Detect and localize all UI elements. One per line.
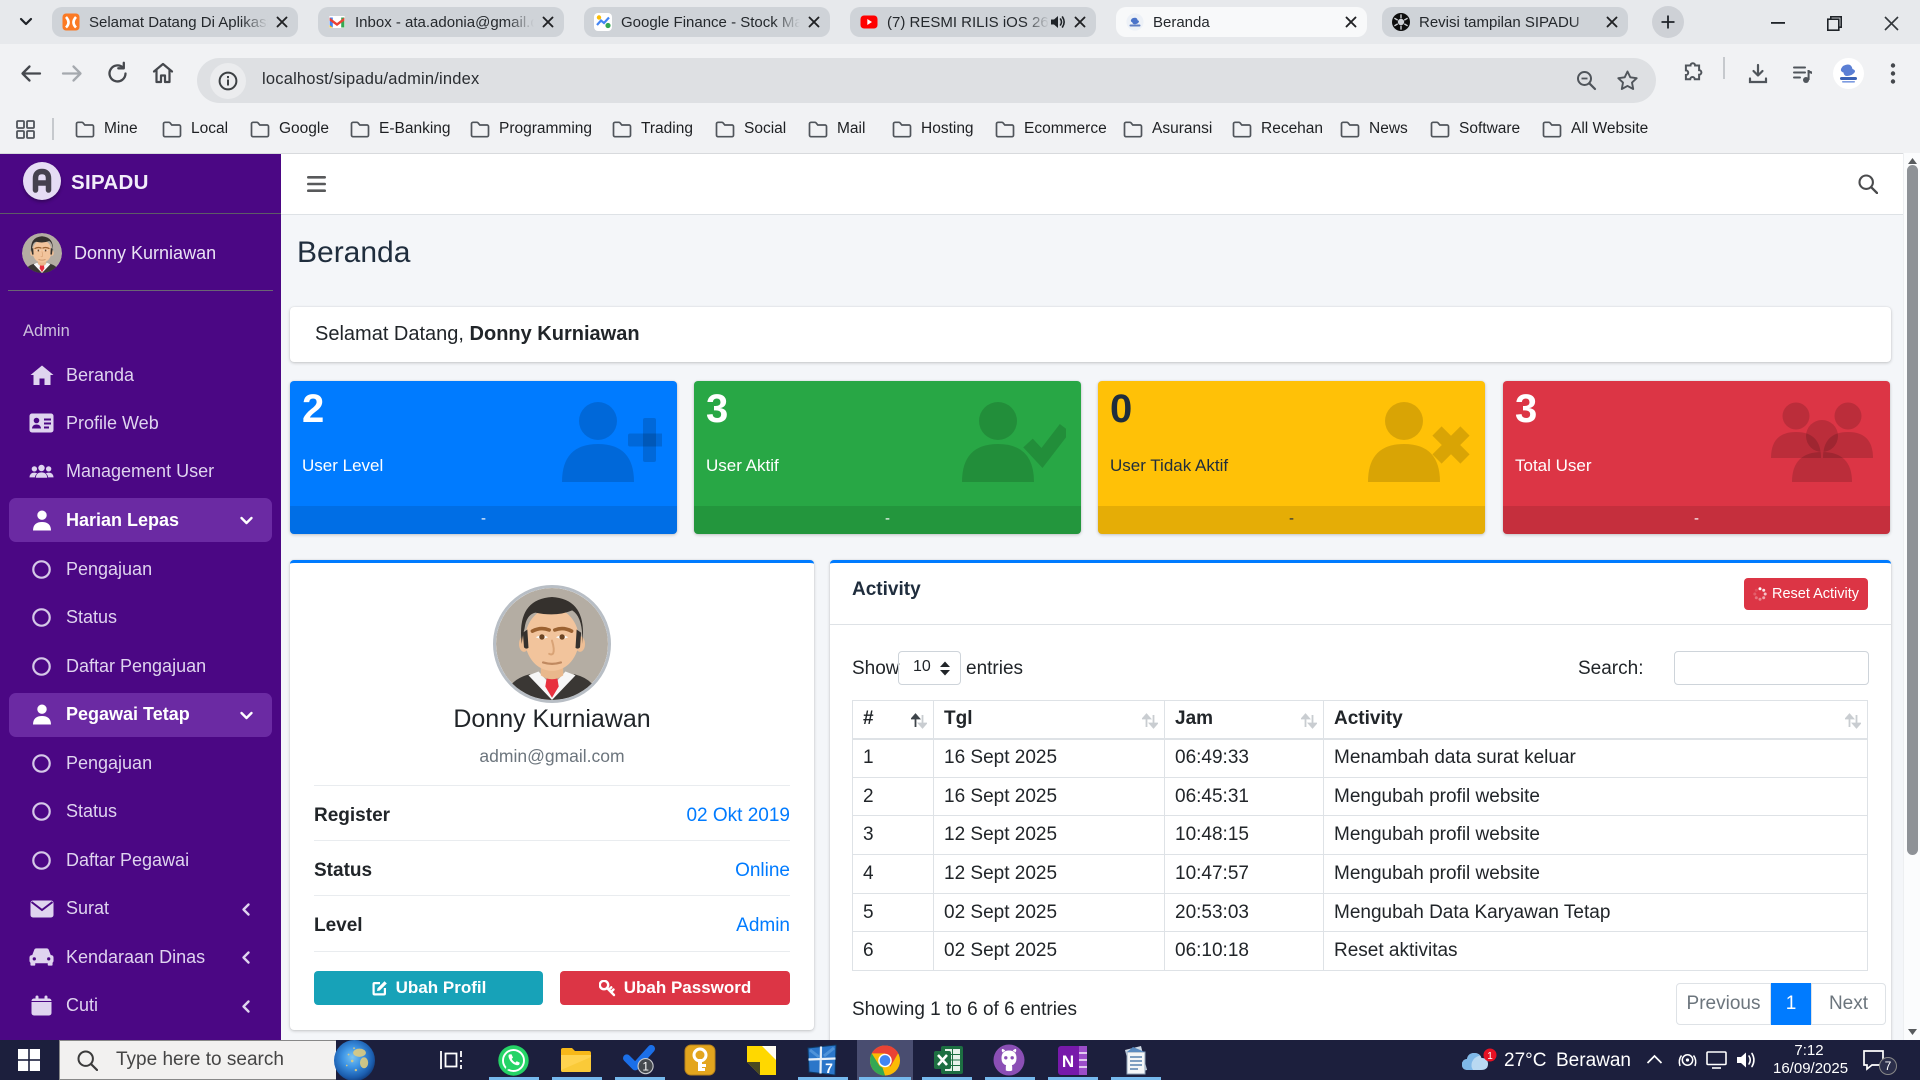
svg-text:N: N [1061,1052,1073,1071]
svg-text:7: 7 [825,1060,833,1076]
svg-text:1: 1 [1487,1051,1493,1062]
svg-text:1: 1 [642,1060,649,1073]
